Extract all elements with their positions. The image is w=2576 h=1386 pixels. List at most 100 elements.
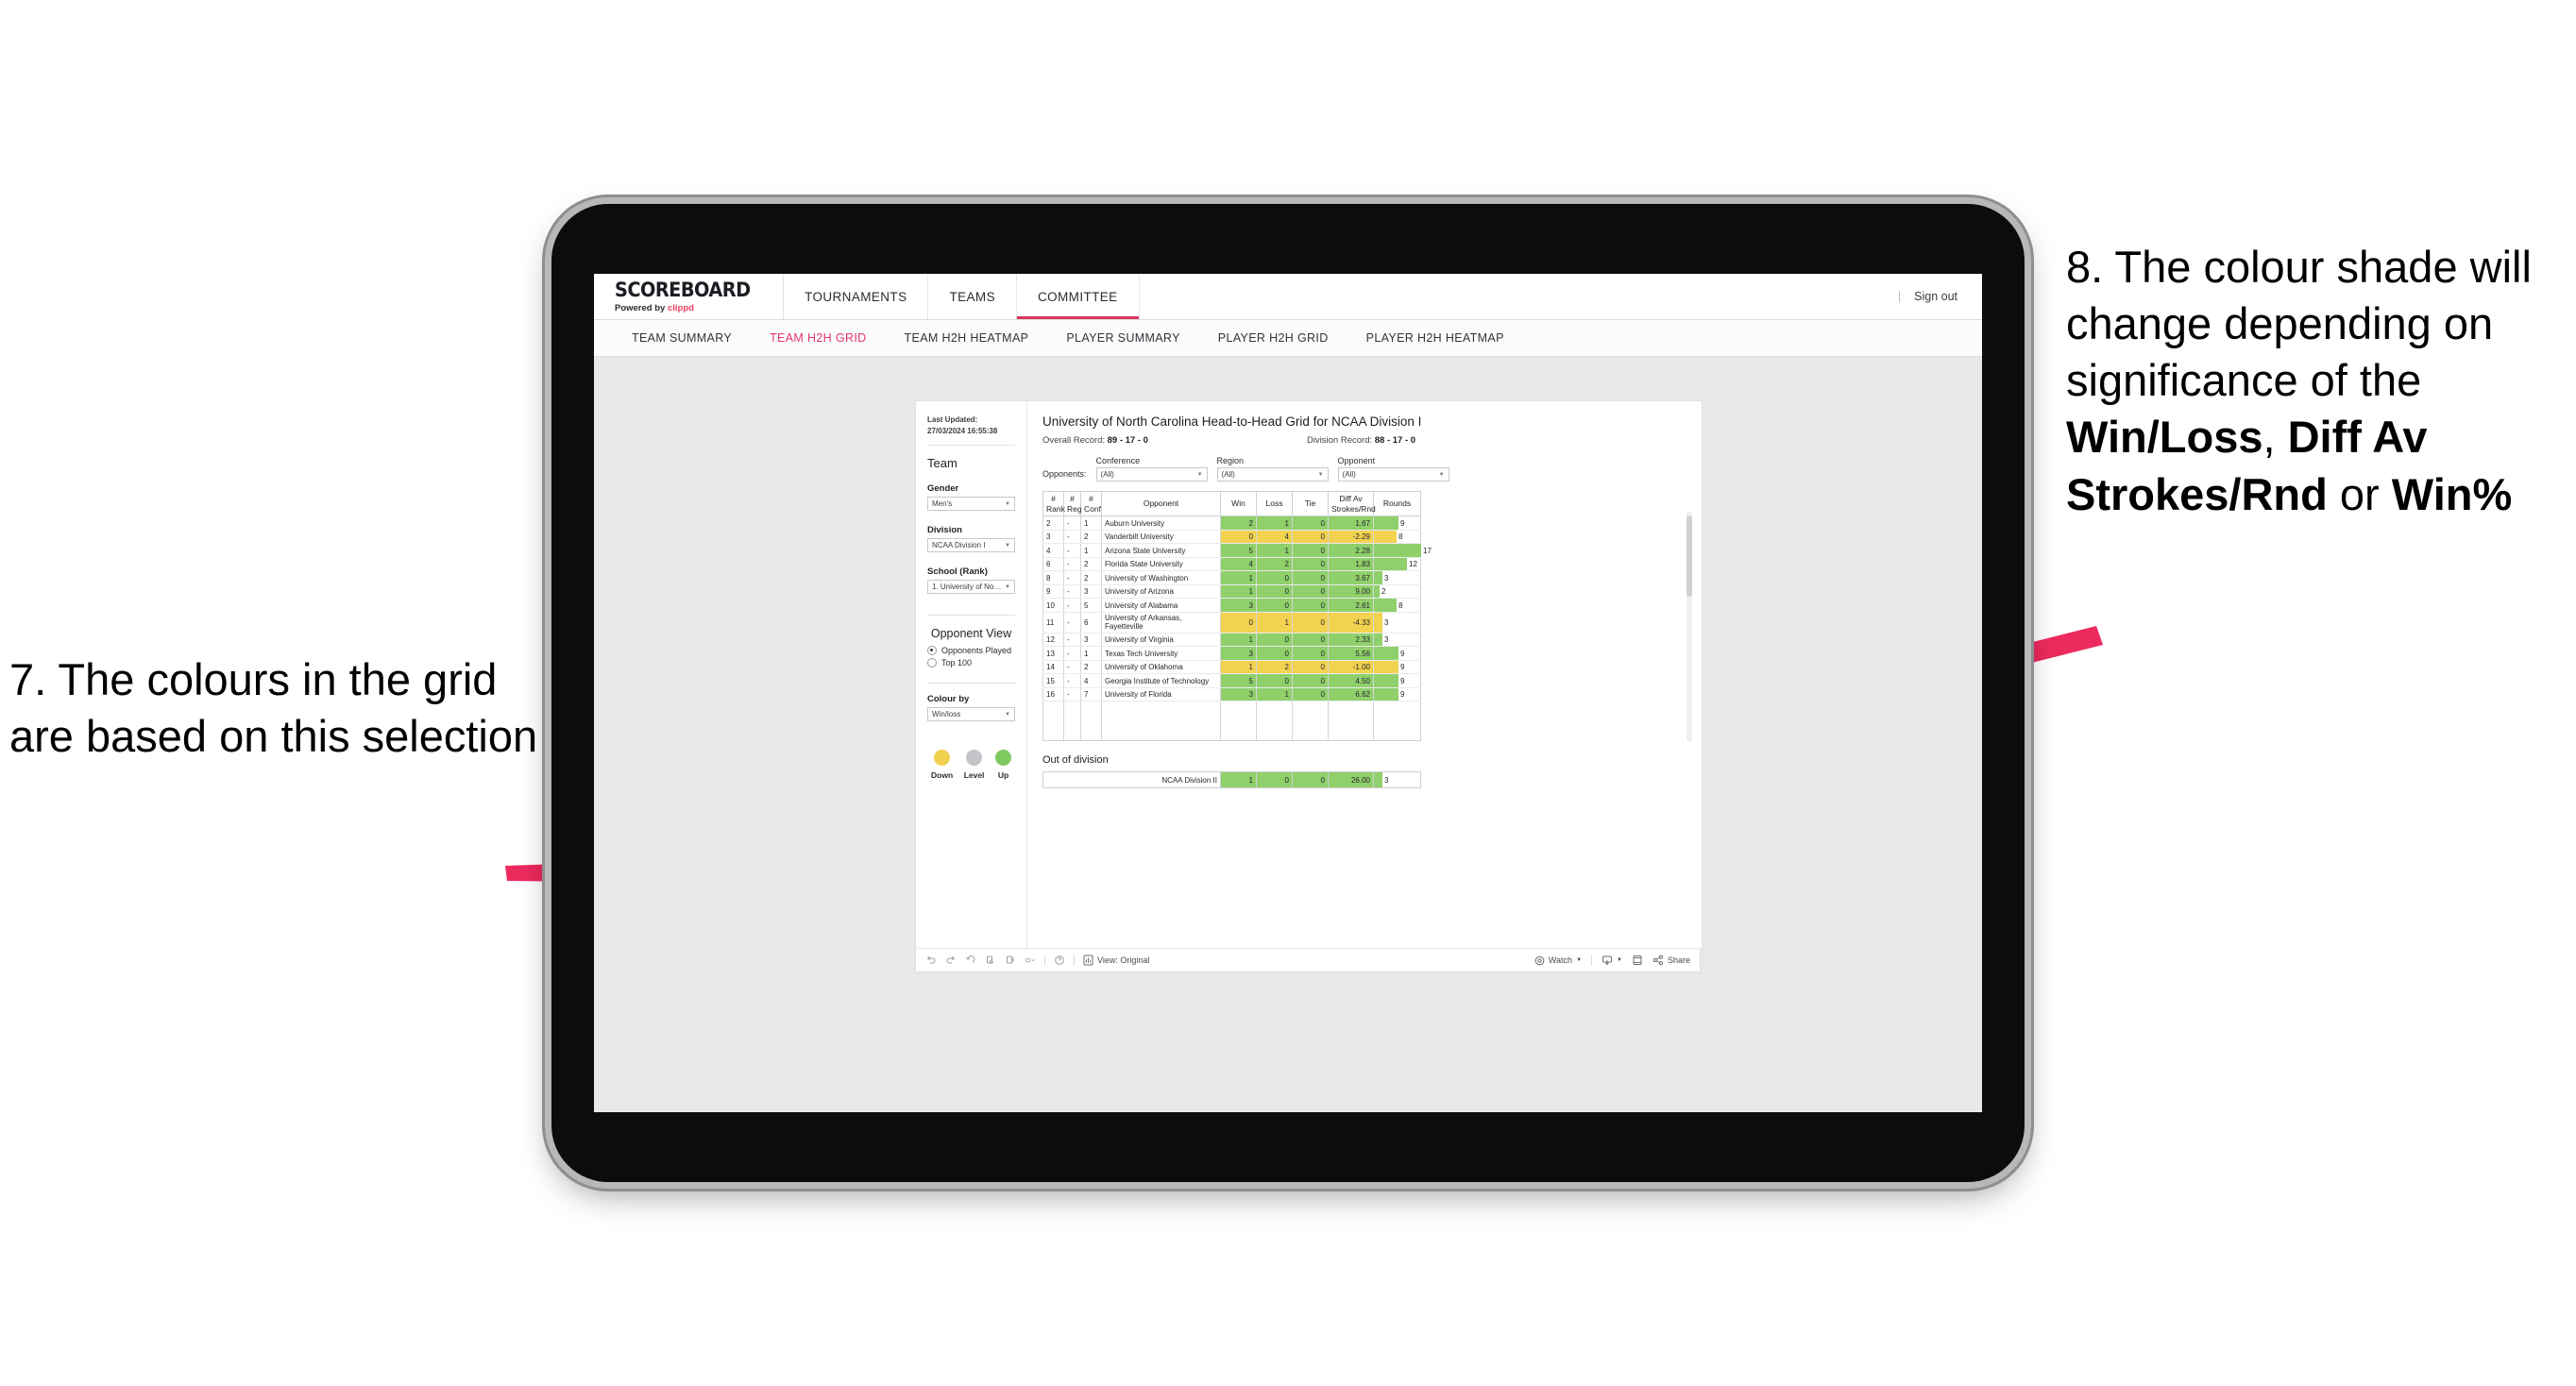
- cell-empty: [1220, 701, 1257, 742]
- cell-opponent: University of Florida: [1101, 687, 1221, 702]
- cell-tie: 0: [1292, 687, 1329, 702]
- cell-tie: 0: [1292, 633, 1329, 648]
- annotation-7-text: 7. The colours in the grid are based on …: [9, 654, 538, 762]
- download-button[interactable]: ▼: [1602, 955, 1622, 966]
- cell-diff-av-strokes: 5.56: [1328, 646, 1374, 661]
- table-row[interactable]: 3-2 Vanderbilt University 0 4 0 -2.29 8: [1042, 530, 1421, 545]
- gender-select[interactable]: Men's ▼: [927, 497, 1015, 512]
- filter-region-select[interactable]: (All) ▼: [1216, 467, 1329, 482]
- rounds-bar: [1374, 571, 1382, 584]
- legend-dot-up: [994, 750, 1011, 767]
- refresh-icon[interactable]: [985, 955, 996, 966]
- cell-diff-av-strokes: 2.61: [1328, 598, 1374, 613]
- cell-opponent: University of Arkansas, Fayetteville: [1101, 612, 1221, 634]
- table-row[interactable]: 14-2 University of Oklahoma 1 2 0 -1.00 9: [1042, 660, 1421, 675]
- grid-scrollbar-thumb[interactable]: [1686, 516, 1692, 597]
- division-record-value: 88 - 17 - 0: [1374, 435, 1416, 446]
- chevron-down-icon: ▼: [1576, 957, 1583, 963]
- filter-opponent-select[interactable]: (All) ▼: [1337, 467, 1449, 482]
- cell-diff-av-strokes: -1.00: [1328, 660, 1374, 675]
- school-rank-select[interactable]: 1. University of Nort... ▼: [927, 580, 1015, 595]
- table-row[interactable]: 12-3 University of Virginia 1 0 0 2.33 3: [1042, 633, 1421, 648]
- nav-tab-committee[interactable]: COMMITTEE: [1016, 274, 1140, 319]
- watch-button[interactable]: Watch ▼: [1534, 955, 1582, 966]
- division-label: Division: [927, 525, 962, 536]
- table-row[interactable]: 15-4 Georgia Institute of Technology 5 0 0 4.…: [1042, 673, 1421, 688]
- table-row[interactable]: 10-5 University of Alabama 3 0 0 2.61 8: [1042, 598, 1421, 613]
- radio-opponents-played-label: Opponents Played: [941, 646, 1012, 656]
- cell-conf: 4: [1080, 673, 1102, 688]
- rounds-value: 12: [1409, 560, 1417, 568]
- logo-brand-clippd: clippd: [667, 302, 694, 313]
- cell-rounds: 3: [1373, 633, 1421, 648]
- rounds-bar: [1374, 674, 1398, 687]
- table-row[interactable]: NCAA Division II 1 0 0 26.00 3: [1042, 771, 1421, 789]
- view-original-button[interactable]: View: Original: [1083, 955, 1149, 966]
- table-row[interactable]: 13-1 Texas Tech University 3 0 0 5.56 9: [1042, 646, 1421, 661]
- subnav-team-summary[interactable]: TEAM SUMMARY: [613, 331, 751, 345]
- opponent-view-heading: Opponent View: [930, 627, 1012, 641]
- cell-win: 1: [1220, 570, 1257, 585]
- opponent-filters: Opponents: Conference (All) ▼ Region (Al…: [1042, 456, 1686, 482]
- subnav-team-h2h-heatmap[interactable]: TEAM H2H HEATMAP: [886, 331, 1048, 345]
- table-row[interactable]: 6-2 Florida State University 4 2 0 1.83 12: [1042, 557, 1421, 572]
- cell-loss: 0: [1256, 673, 1293, 688]
- cell-rounds: 9: [1373, 687, 1421, 702]
- scoreboard-logo[interactable]: SCOREBOARD Powered by clippd: [594, 274, 785, 319]
- nav-tab-teams[interactable]: TEAMS: [928, 274, 1017, 319]
- nav-tab-tournaments[interactable]: TOURNAMENTS: [784, 274, 929, 319]
- table-row-filler: [1042, 701, 1421, 742]
- cell-loss: 0: [1256, 771, 1293, 789]
- subnav-player-h2h-heatmap[interactable]: PLAYER H2H HEATMAP: [1347, 331, 1523, 345]
- share-button[interactable]: Share: [1652, 955, 1690, 966]
- help-icon[interactable]: [1054, 955, 1065, 966]
- revert-icon[interactable]: [965, 955, 976, 966]
- undo-icon[interactable]: [925, 955, 937, 966]
- redo-icon[interactable]: [945, 955, 957, 966]
- cell-reg: -: [1063, 612, 1081, 634]
- table-row[interactable]: 8-2 University of Washington 1 0 0 3.67 3: [1042, 570, 1421, 585]
- pause-icon[interactable]: [1005, 955, 1016, 966]
- subnav-player-h2h-grid[interactable]: PLAYER H2H GRID: [1199, 331, 1347, 345]
- primary-nav: TOURNAMENTS TEAMS COMMITTEE: [784, 274, 1140, 319]
- table-row[interactable]: 16-7 University of Florida 3 1 0 6.62 9: [1042, 687, 1421, 702]
- subnav-player-summary[interactable]: PLAYER SUMMARY: [1047, 331, 1198, 345]
- h2h-grid-body: 2-1 Auburn University 2 1 0 1.67 9 3-2 Vanderbil…: [1042, 516, 1432, 742]
- rounds-value: 9: [1400, 649, 1405, 658]
- cell-diff-av-strokes: 3.67: [1328, 570, 1374, 585]
- division-select[interactable]: NCAA Division I ▼: [927, 538, 1015, 553]
- cell-reg: -: [1063, 543, 1081, 558]
- cell-loss: 0: [1256, 584, 1293, 600]
- rounds-value: 2: [1381, 587, 1386, 596]
- cell-empty: [1042, 701, 1064, 742]
- radio-icon-selected: [927, 646, 937, 656]
- subnav-team-h2h-grid[interactable]: TEAM H2H GRID: [751, 331, 885, 345]
- table-row[interactable]: 4-1 Arizona State University 5 1 0 2.28 17: [1042, 543, 1432, 558]
- radio-top-100[interactable]: Top 100: [927, 658, 1015, 668]
- rounds-bar: [1374, 633, 1382, 647]
- cell-win: 3: [1220, 646, 1257, 661]
- logo-title: SCOREBOARD: [615, 278, 751, 301]
- filter-conference: Conference (All) ▼: [1095, 456, 1208, 482]
- filter-conference-select[interactable]: (All) ▼: [1095, 467, 1208, 482]
- fullscreen-icon[interactable]: [1632, 955, 1643, 966]
- cell-rounds: 12: [1373, 557, 1421, 572]
- table-row[interactable]: 11-6 University of Arkansas, Fayetteville…: [1042, 612, 1421, 634]
- division-value: NCAA Division I: [932, 541, 986, 550]
- radio-opponents-played[interactable]: Opponents Played: [927, 646, 1015, 656]
- cell-conf: 1: [1080, 516, 1102, 531]
- table-row[interactable]: 2-1 Auburn University 2 1 0 1.67 9: [1042, 516, 1421, 531]
- rounds-bar: [1374, 612, 1382, 633]
- cell-conf: 3: [1080, 633, 1102, 648]
- sign-out-link[interactable]: Sign out: [1914, 290, 1957, 303]
- cell-tie: 0: [1292, 530, 1329, 545]
- division-record-label: Division Record:: [1306, 435, 1375, 446]
- rounds-bar: [1374, 544, 1421, 557]
- cell-loss: 1: [1256, 687, 1293, 702]
- colour-by-select[interactable]: Win/loss ▼: [927, 707, 1015, 722]
- rounds-value: 17: [1423, 546, 1432, 555]
- highlight-icon[interactable]: [1025, 955, 1036, 966]
- table-row[interactable]: 9-3 University of Arizona 1 0 0 9.00 2: [1042, 584, 1421, 600]
- overall-record: Overall Record: 89 - 17 - 0: [1042, 435, 1148, 446]
- cell-reg: -: [1063, 584, 1081, 600]
